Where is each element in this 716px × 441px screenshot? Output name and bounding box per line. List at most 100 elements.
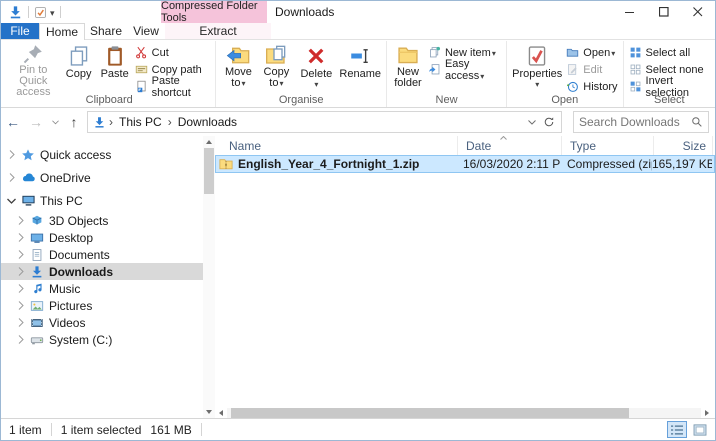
sidebar-item-pictures[interactable]: Pictures [1, 297, 203, 314]
sidebar-item-music[interactable]: Music [1, 280, 203, 297]
scrollbar-left-arrow[interactable] [215, 408, 227, 418]
history-button[interactable]: History [564, 79, 619, 94]
paste-shortcut-icon [135, 80, 148, 93]
open-small-buttons: Open Edit History [564, 42, 619, 94]
sidebar-item-documents[interactable]: Documents [1, 246, 203, 263]
chevron-right-icon[interactable] [15, 233, 26, 242]
invert-selection-icon [629, 80, 642, 93]
search-icon[interactable] [691, 116, 703, 128]
move-to-button[interactable]: Move to [219, 42, 257, 89]
search-input[interactable] [579, 115, 691, 129]
back-button[interactable]: ← [3, 112, 23, 132]
forward-button[interactable]: → [26, 112, 46, 132]
sidebar-scrollbar[interactable] [203, 136, 215, 418]
sidebar-item-3d-objects[interactable]: 3D Objects [1, 212, 203, 229]
up-button[interactable]: ↑ [64, 112, 84, 132]
dropdown-caret-icon [240, 77, 245, 89]
tab-share[interactable]: Share [85, 23, 127, 39]
cloud-icon [20, 170, 36, 186]
cut-button[interactable]: Cut [133, 45, 213, 60]
edit-button[interactable]: Edit [564, 62, 619, 77]
sidebar-item-desktop[interactable]: Desktop [1, 229, 203, 246]
pin-to-quick-access-button[interactable]: Pin to Quick access [6, 42, 61, 89]
qat-customize-caret-icon[interactable] [50, 5, 55, 19]
computer-icon [20, 193, 36, 209]
chevron-right-icon[interactable] [6, 173, 17, 182]
divider [201, 423, 202, 436]
breadcrumb-downloads[interactable]: Downloads [175, 115, 240, 129]
recent-locations-caret-icon[interactable] [49, 112, 61, 132]
group-label-open: Open [507, 94, 622, 107]
document-icon [29, 247, 45, 263]
tab-home[interactable]: Home [39, 23, 85, 40]
large-icons-view-button[interactable] [690, 421, 710, 438]
delete-button[interactable]: Delete [295, 42, 337, 89]
properties-button[interactable]: Properties [510, 42, 564, 89]
sidebar-item-this-pc[interactable]: This PC [1, 192, 203, 209]
sidebar-item-quick-access[interactable]: Quick access [1, 146, 203, 163]
column-header-name[interactable]: Name [215, 136, 457, 155]
chevron-right-icon[interactable] [15, 335, 26, 344]
close-button[interactable] [681, 1, 715, 23]
horizontal-scrollbar[interactable] [215, 408, 713, 418]
scrollbar-thumb[interactable] [204, 148, 214, 194]
select-all-button[interactable]: Select all [627, 45, 712, 60]
scrollbar-thumb[interactable] [231, 408, 629, 418]
chevron-right-icon[interactable] [15, 216, 26, 225]
details-view-button[interactable] [667, 421, 687, 438]
contextual-tab-header[interactable]: Compressed Folder Tools [161, 1, 267, 23]
chevron-right-icon[interactable] [15, 267, 26, 276]
rename-button[interactable]: Rename [337, 42, 383, 89]
tab-extract[interactable]: Extract [165, 23, 271, 39]
column-header-size[interactable]: Size [653, 136, 713, 155]
ribbon-group-organise: Move to Copy to Delete Rename [216, 41, 387, 107]
select-small-buttons: Select all Select none Invert selection [627, 42, 712, 94]
paste-button[interactable]: Paste [97, 42, 133, 89]
chevron-right-icon[interactable] [15, 301, 26, 310]
easy-access-icon [428, 63, 441, 76]
refresh-icon[interactable] [540, 116, 558, 128]
ribbon-group-clipboard: Pin to Quick access Copy Paste [3, 41, 216, 107]
open-button[interactable]: Open [564, 45, 619, 60]
chevron-right-icon[interactable] [6, 150, 17, 159]
chevron-right-icon[interactable] [15, 318, 26, 327]
properties-quick-icon[interactable] [34, 6, 47, 19]
sidebar-item-videos[interactable]: Videos [1, 314, 203, 331]
copy-icon [68, 43, 90, 69]
address-dropdown-caret-icon[interactable] [524, 120, 540, 125]
copy-button[interactable]: Copy [61, 42, 97, 89]
sidebar-item-system-c[interactable]: System (C:) [1, 331, 203, 348]
minimize-button[interactable] [613, 1, 647, 23]
scrollbar-track[interactable] [227, 408, 701, 418]
group-label-organise: Organise [216, 94, 386, 107]
file-date: 16/03/2020 2:11 PM [456, 157, 560, 171]
scrollbar-up-arrow[interactable] [203, 136, 215, 148]
scrollbar-down-arrow[interactable] [203, 406, 215, 418]
breadcrumb-chevron-icon[interactable]: › [165, 115, 175, 129]
scrollbar-right-arrow[interactable] [701, 408, 713, 418]
column-header-type[interactable]: Type [561, 136, 653, 155]
sidebar-item-onedrive[interactable]: OneDrive [1, 169, 203, 186]
copy-to-button[interactable]: Copy to [257, 42, 295, 89]
chevron-down-icon[interactable] [6, 198, 17, 204]
address-bar[interactable]: › This PC › Downloads [87, 111, 562, 133]
window-controls [613, 1, 715, 23]
dropdown-caret-icon [610, 47, 615, 59]
search-box[interactable] [573, 111, 709, 133]
tab-view[interactable]: View [127, 23, 165, 39]
chevron-right-icon[interactable] [15, 284, 26, 293]
invert-selection-button[interactable]: Invert selection [627, 79, 712, 94]
paste-shortcut-button[interactable]: Paste shortcut [133, 79, 213, 94]
sidebar-item-downloads[interactable]: Downloads [1, 263, 203, 280]
downloads-folder-icon [8, 5, 23, 20]
breadcrumb-chevron-icon[interactable]: › [106, 115, 116, 129]
column-header-date[interactable]: Date [457, 136, 561, 155]
file-row-selected[interactable]: English_Year_4_Fortnight_1.zip 16/03/202… [215, 155, 715, 173]
tab-file[interactable]: File [1, 23, 39, 39]
easy-access-button[interactable]: Easy access [426, 62, 503, 77]
select-all-icon [629, 46, 642, 59]
chevron-right-icon[interactable] [15, 250, 26, 259]
maximize-button[interactable] [647, 1, 681, 23]
new-folder-button[interactable]: New folder [390, 42, 426, 89]
breadcrumb-this-pc[interactable]: This PC [116, 115, 165, 129]
